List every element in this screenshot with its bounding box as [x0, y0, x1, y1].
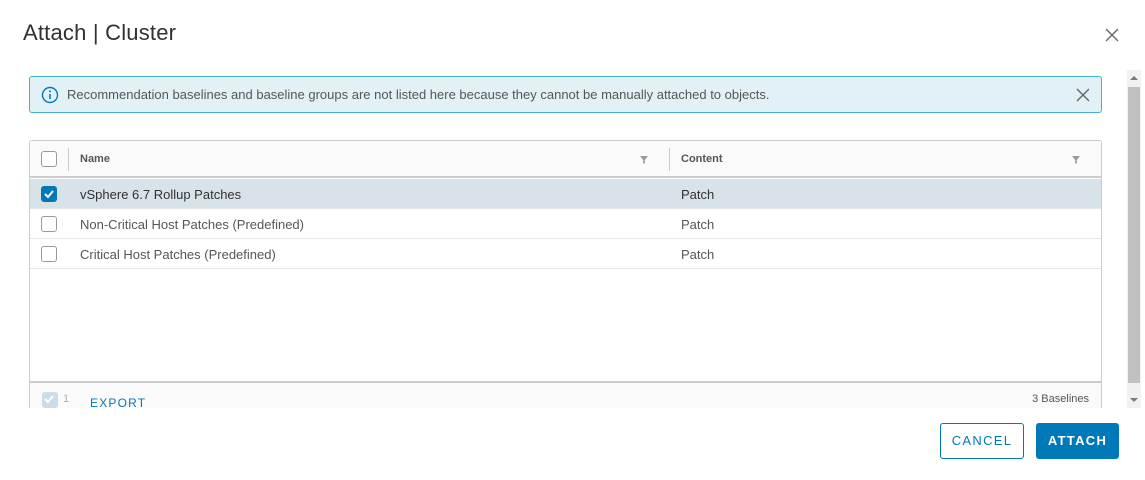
scrollbar-thumb[interactable]	[1128, 87, 1140, 383]
alert-message: Recommendation baselines and baseline gr…	[67, 87, 770, 102]
column-divider	[68, 148, 69, 171]
total-count: 3 Baselines	[1032, 393, 1089, 405]
footer-selection-checkbox	[42, 392, 58, 408]
dialog-title: Attach | Cluster	[23, 20, 177, 45]
scroll-up-icon[interactable]	[1130, 74, 1138, 82]
table-row[interactable]: Critical Host Patches (Predefined) Patch	[30, 239, 1101, 269]
check-icon	[44, 190, 54, 199]
cancel-button[interactable]: CANCEL	[940, 423, 1024, 459]
close-icon	[1105, 28, 1119, 42]
filter-icon[interactable]	[1071, 155, 1081, 165]
column-header-name[interactable]: Name	[80, 153, 110, 165]
scroll-down-icon[interactable]	[1130, 396, 1138, 404]
select-all-checkbox[interactable]	[41, 151, 57, 167]
info-alert: Recommendation baselines and baseline gr…	[29, 76, 1102, 113]
cell-content: Patch	[681, 247, 715, 262]
cell-name: Critical Host Patches (Predefined)	[80, 247, 276, 262]
cell-content: Patch	[681, 217, 715, 232]
filter-icon[interactable]	[639, 155, 649, 165]
check-icon	[44, 395, 54, 404]
baselines-grid: Name Content vSphere 6.7 Rollup Patches …	[29, 140, 1102, 408]
info-icon	[41, 86, 59, 103]
grid-footer: 1 EXPORT 3 Baselines	[29, 381, 1102, 408]
cell-name: Non-Critical Host Patches (Predefined)	[80, 217, 304, 232]
dialog-close-button[interactable]	[1102, 25, 1122, 45]
row-checkbox[interactable]	[41, 216, 57, 232]
cell-name: vSphere 6.7 Rollup Patches	[80, 187, 242, 202]
alert-close-button[interactable]	[1074, 86, 1092, 104]
grid-header: Name Content	[30, 141, 1101, 178]
vertical-scrollbar[interactable]	[1127, 70, 1141, 408]
attach-button[interactable]: ATTACH	[1036, 423, 1119, 459]
table-row[interactable]: vSphere 6.7 Rollup Patches Patch	[30, 179, 1101, 209]
cell-content: Patch	[681, 187, 715, 202]
selected-count: 1	[63, 393, 70, 405]
column-header-content[interactable]: Content	[681, 153, 723, 165]
close-icon	[1076, 88, 1090, 102]
row-checkbox[interactable]	[41, 186, 57, 202]
column-divider[interactable]	[669, 148, 670, 171]
row-checkbox[interactable]	[41, 246, 57, 262]
table-row[interactable]: Non-Critical Host Patches (Predefined) P…	[30, 209, 1101, 239]
export-button[interactable]: EXPORT	[90, 396, 146, 408]
